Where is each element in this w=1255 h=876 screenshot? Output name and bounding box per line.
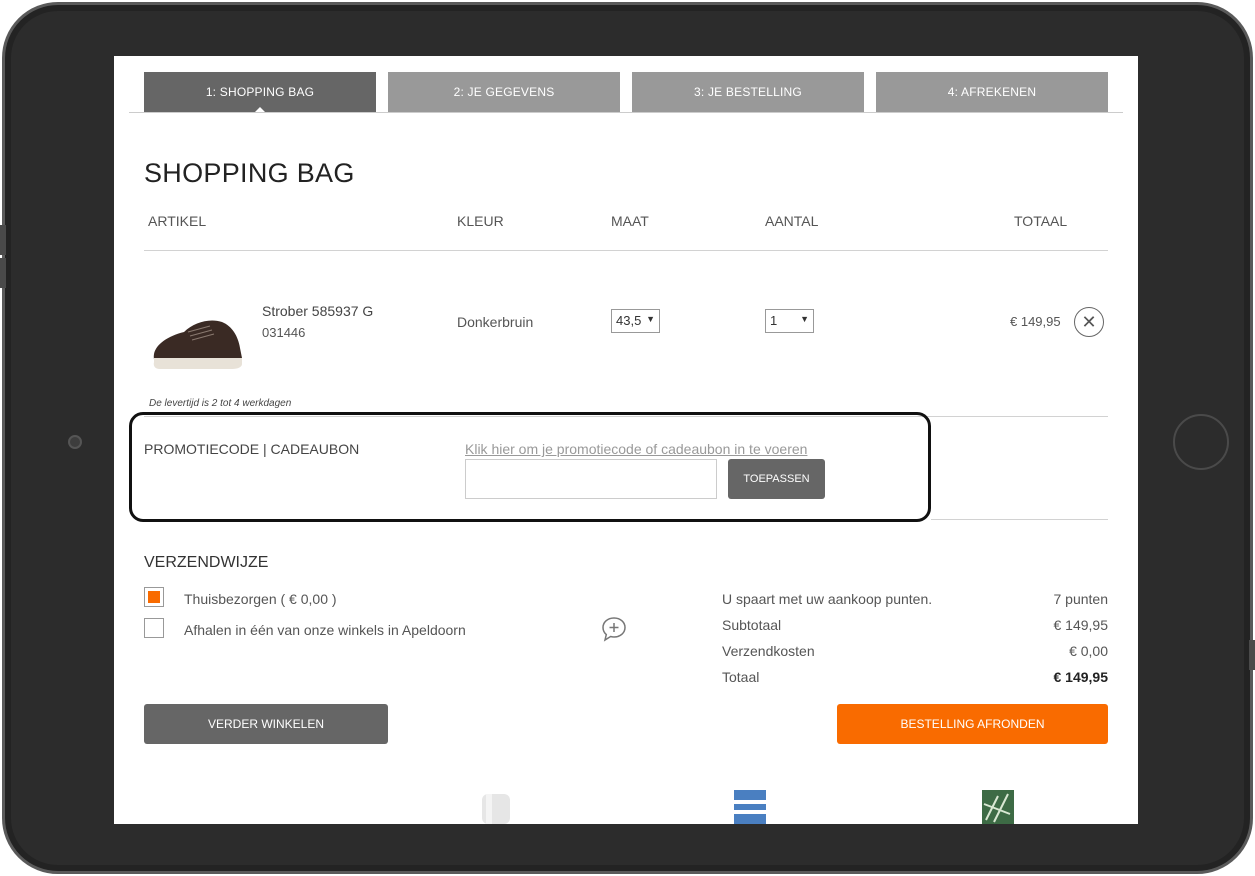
- subtotal-label: Subtotaal: [722, 617, 782, 633]
- screen: 1: SHOPPING BAG 2: JE GEGEVENS 3: JE BES…: [114, 56, 1138, 824]
- step-shopping-bag[interactable]: 1: SHOPPING BAG: [144, 72, 376, 113]
- side-button: [1249, 640, 1255, 670]
- shipping-title: VERZENDWIJZE: [144, 554, 269, 571]
- camera-icon: [68, 435, 82, 449]
- size-select[interactable]: 43,5 ▼: [611, 309, 660, 333]
- header-totaal: TOTAAL: [1014, 213, 1068, 229]
- divider: [931, 519, 1108, 520]
- chat-plus-icon[interactable]: [600, 615, 628, 643]
- delivery-note: De levertijd is 2 tot 4 werkdagen: [149, 398, 292, 409]
- step-je-gegevens[interactable]: 2: JE GEGEVENS: [388, 72, 620, 112]
- header-aantal: AANTAL: [765, 213, 819, 229]
- volume-down-button: [0, 258, 6, 288]
- step-je-bestelling[interactable]: 3: JE BESTELLING: [632, 72, 864, 112]
- shipping-option-pickup-label[interactable]: Afhalen in één van onze winkels in Apeld…: [184, 622, 466, 638]
- close-icon: ✕: [1081, 311, 1097, 332]
- product-name[interactable]: Strober 585937 G: [262, 303, 373, 319]
- header-kleur: KLEUR: [457, 213, 504, 229]
- product-thumbnail[interactable]: [980, 790, 1016, 824]
- shipping-option-home-checkbox[interactable]: [144, 587, 164, 607]
- shipping-cost-value: € 0,00: [1069, 643, 1108, 659]
- size-value: 43,5: [616, 313, 642, 328]
- product-code: 031446: [262, 325, 306, 340]
- points-value: 7 punten: [1053, 591, 1109, 607]
- divider: [144, 250, 1108, 251]
- shipping-option-home-label[interactable]: Thuisbezorgen ( € 0,00 ): [184, 591, 337, 607]
- item-total: € 149,95: [1010, 314, 1061, 329]
- highlight-box: [129, 412, 931, 522]
- header-artikel: ARTIKEL: [148, 213, 207, 229]
- volume-up-button: [0, 225, 6, 255]
- home-button[interactable]: [1173, 414, 1229, 470]
- product-image[interactable]: [150, 314, 244, 374]
- shipping-cost-label: Verzendkosten: [722, 643, 815, 659]
- chevron-down-icon: ▼: [800, 314, 809, 324]
- complete-order-button[interactable]: BESTELLING AFRONDEN: [837, 704, 1108, 744]
- step-afrekenen[interactable]: 4: AFREKENEN: [876, 72, 1108, 112]
- shipping-option-pickup-checkbox[interactable]: [144, 618, 164, 638]
- product-color: Donkerbruin: [457, 314, 534, 330]
- chevron-down-icon: ▼: [646, 314, 655, 324]
- total-value: € 149,95: [1053, 669, 1109, 685]
- continue-shopping-button[interactable]: VERDER WINKELEN: [144, 704, 388, 744]
- subtotal-value: € 149,95: [1053, 617, 1109, 633]
- quantity-value: 1: [770, 313, 778, 328]
- divider: [129, 112, 1123, 113]
- checkout-steps: 1: SHOPPING BAG 2: JE GEGEVENS 3: JE BES…: [144, 72, 1108, 113]
- points-label: U spaart met uw aankoop punten.: [722, 591, 933, 607]
- quantity-select[interactable]: 1 ▼: [765, 309, 814, 333]
- product-thumbnail[interactable]: [732, 790, 768, 824]
- header-maat: MAAT: [611, 213, 649, 229]
- total-label: Totaal: [722, 669, 760, 685]
- product-thumbnail[interactable]: [478, 790, 514, 824]
- remove-item-button[interactable]: ✕: [1074, 307, 1104, 337]
- page-title: SHOPPING BAG: [144, 158, 355, 188]
